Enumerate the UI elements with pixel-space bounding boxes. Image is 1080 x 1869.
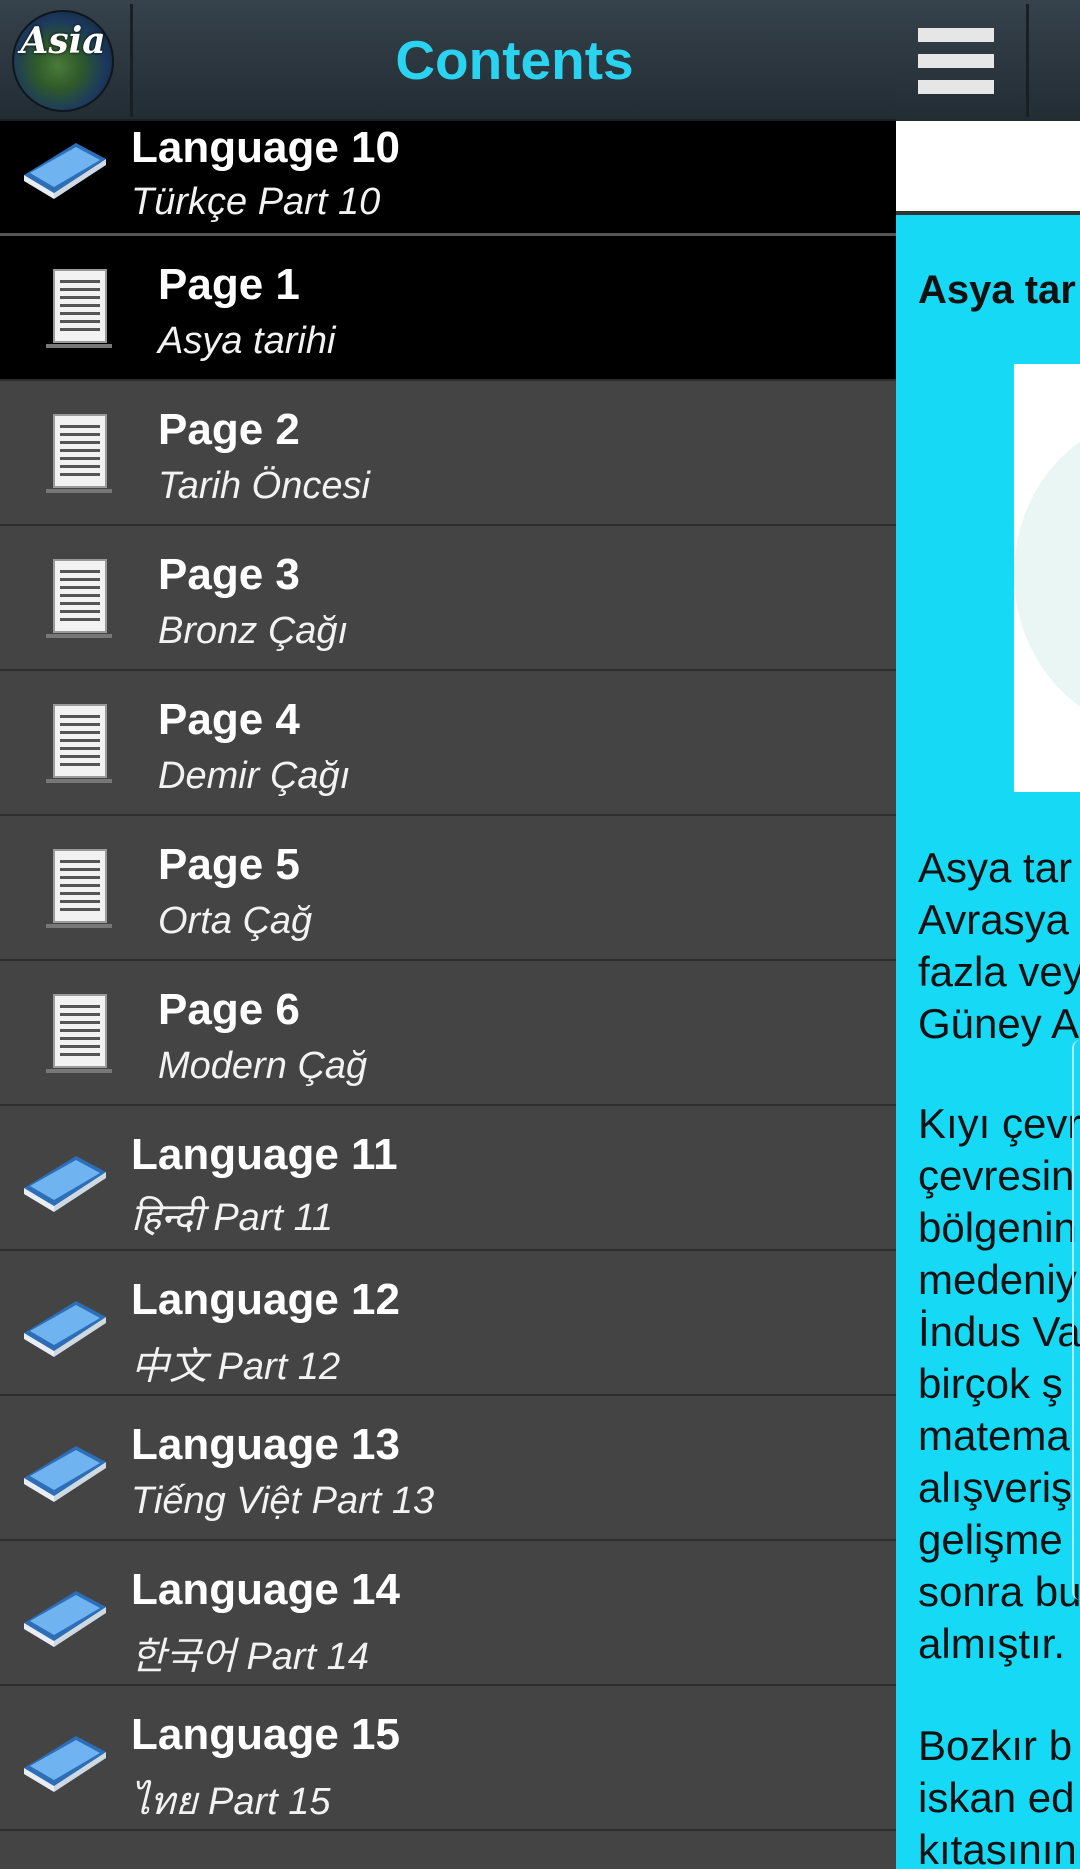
article-image-globe (1014, 414, 1080, 734)
article-image (1014, 364, 1080, 792)
menu-icon (918, 80, 994, 94)
content-pane: Asya tar Asya tar Avrasya fazla vey Güney A… (896, 0, 1080, 1869)
toc-item-title: Language 15 (131, 1710, 400, 1759)
content-toolbar-band (896, 121, 1080, 215)
article-text-line: fazla vey (918, 948, 1080, 995)
toc-page-item[interactable]: Page 2 Tarih Öncesi (0, 381, 896, 526)
menu-icon (918, 28, 994, 42)
book-icon (20, 1728, 108, 1794)
toc-item-title: Page 4 (158, 695, 300, 744)
drawer-title: Contents (395, 29, 634, 91)
article-text-line: Asya tar (918, 844, 1073, 891)
menu-divider (1026, 4, 1029, 117)
toc-language-item[interactable]: Language 13 Tiếng Việt Part 13 (0, 1396, 896, 1541)
toc-item-subtitle: 한국어 Part 14 (131, 1636, 369, 1678)
toc-item-subtitle: Türkçe Part 10 (131, 181, 381, 223)
toc-page-item[interactable]: Page 5 Orta Çağ (0, 816, 896, 961)
toc-item-subtitle: Demir Çağı (158, 755, 351, 797)
document-icon (46, 413, 124, 495)
article-text-line: iskan ed (918, 1774, 1075, 1821)
toc-item-title: Language 12 (131, 1275, 400, 1324)
toc-item-subtitle: 中文 Part 12 (131, 1346, 341, 1388)
content-header (896, 0, 1080, 121)
article-title: Asya tar (918, 268, 1076, 312)
toc-item-title: Language 11 (131, 1130, 398, 1179)
toc-item-title: Page 1 (158, 260, 300, 309)
article-text-line: İndus Va (918, 1308, 1080, 1355)
article-text-line: Avrasya (918, 896, 1069, 943)
toc-item-title: Page 5 (158, 840, 300, 889)
toc-item-subtitle: Bronz Çağı (158, 610, 349, 652)
toc-item-title: Language 10 (131, 123, 400, 172)
article-text-line: Kıyı çevr (918, 1100, 1080, 1147)
app-logo[interactable]: Asia (12, 10, 114, 112)
table-of-contents: Language 10 Türkçe Part 10 Page 1 Asya tari… (0, 121, 896, 1831)
toc-item-subtitle: हिन्दी Part 11 (131, 1197, 334, 1239)
toc-item-title: Page 3 (158, 550, 300, 599)
toc-page-item[interactable]: Page 4 Demir Çağı (0, 671, 896, 816)
toc-item-title: Language 14 (131, 1565, 400, 1614)
menu-icon (918, 54, 994, 68)
article-text-line: çevresin (918, 1152, 1075, 1199)
toc-item-subtitle: ไทย Part 15 (131, 1781, 331, 1823)
document-icon (46, 703, 124, 785)
toc-language-item[interactable]: Language 10 Türkçe Part 10 (0, 121, 896, 236)
article-text-line: Güney A (918, 1000, 1080, 1047)
navigation-drawer: Asia Contents Language 10 Türkçe Part 10 P… (0, 0, 896, 1869)
article-text-line: bölgenin (918, 1204, 1077, 1251)
toc-page-item[interactable]: Page 6 Modern Çağ (0, 961, 896, 1106)
toc-item-title: Language 13 (131, 1420, 400, 1469)
article-text-line: medeniy (918, 1256, 1077, 1303)
book-icon (20, 1583, 108, 1649)
book-icon (20, 135, 108, 201)
document-icon (46, 268, 124, 350)
article-text-line: kıtasının (918, 1826, 1077, 1869)
article-text-line: sonra bu (918, 1568, 1080, 1615)
toc-item-subtitle: Tiếng Việt Part 13 (131, 1480, 435, 1522)
article-text-line: Bozkır b (918, 1722, 1073, 1769)
book-icon (20, 1293, 108, 1359)
toc-page-item[interactable]: Page 1 Asya tarihi (0, 236, 896, 381)
article-text-line: birçok ş (918, 1360, 1063, 1407)
toc-language-item[interactable]: Language 15 ไทย Part 15 (0, 1686, 896, 1831)
article-text-line: gelişme (918, 1516, 1063, 1563)
toc-item-subtitle: Modern Çağ (158, 1045, 368, 1087)
toc-item-subtitle: Asya tarihi (158, 320, 336, 362)
toc-item-subtitle: Orta Çağ (158, 900, 313, 942)
article-text-line: alışveriş (918, 1464, 1073, 1511)
toc-item-subtitle: Tarih Öncesi (158, 465, 370, 507)
article-text-line: matema (918, 1412, 1070, 1459)
toc-item-title: Page 2 (158, 405, 300, 454)
popup-edge (1072, 1040, 1080, 1600)
app-logo-text: Asia (20, 20, 106, 62)
toc-page-item[interactable]: Page 3 Bronz Çağı (0, 526, 896, 671)
document-icon (46, 993, 124, 1075)
toc-item-title: Page 6 (158, 985, 300, 1034)
article-text-line: almıştır. (918, 1620, 1066, 1667)
toc-language-item[interactable]: Language 14 한국어 Part 14 (0, 1541, 896, 1686)
menu-button[interactable] (906, 14, 1016, 106)
document-icon (46, 848, 124, 930)
drawer-header: Asia Contents (0, 0, 896, 121)
book-icon (20, 1148, 108, 1214)
book-icon (20, 1438, 108, 1504)
toc-language-item[interactable]: Language 11 हिन्दी Part 11 (0, 1106, 896, 1251)
document-icon (46, 558, 124, 640)
toc-language-item[interactable]: Language 12 中文 Part 12 (0, 1251, 896, 1396)
